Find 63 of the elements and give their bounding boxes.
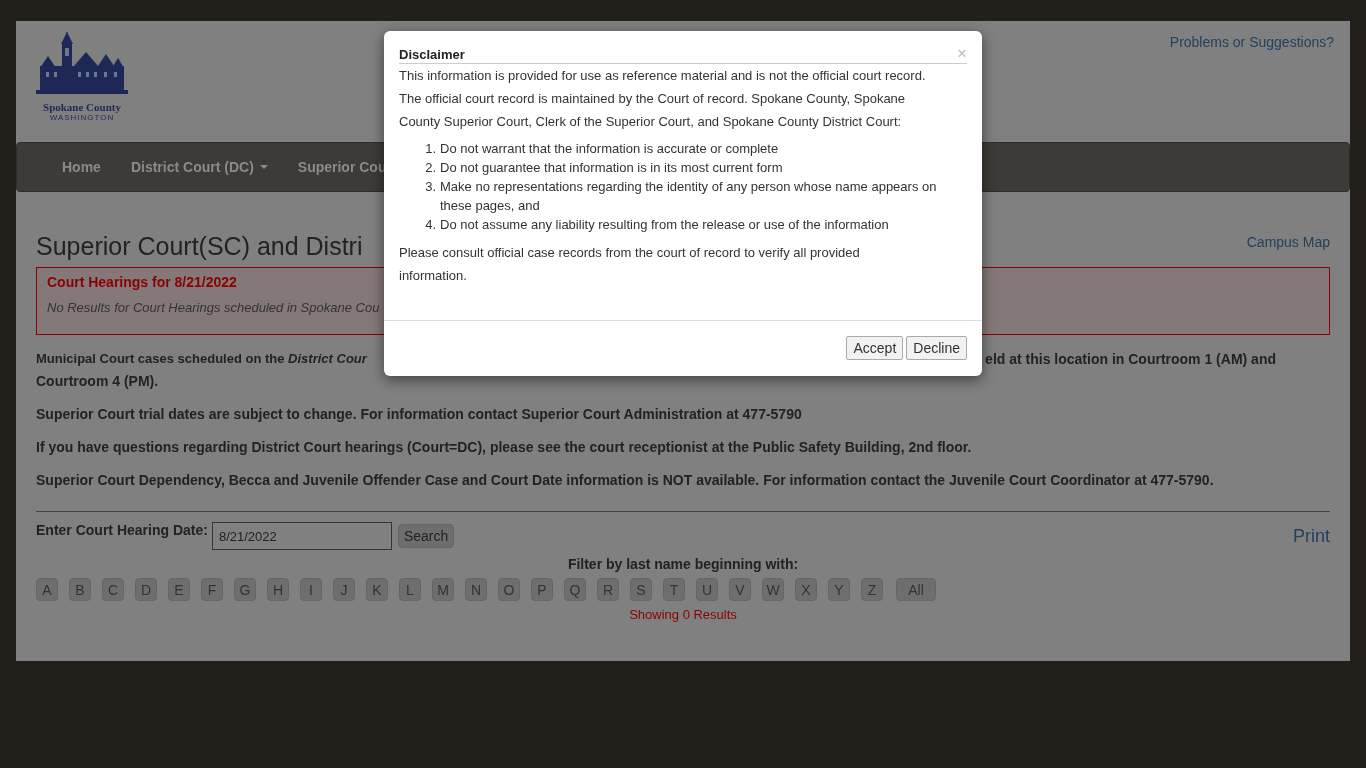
letter-filter-button[interactable]: H (267, 578, 289, 601)
nav-label: Home (62, 159, 101, 175)
print-link[interactable]: Print (1293, 525, 1330, 547)
letter-filter-button[interactable]: Y (828, 578, 850, 601)
dialog-title: Disclaimer (399, 46, 465, 62)
letter-filter-button[interactable]: N (465, 578, 487, 601)
disclaimer-item: Do not warrant that the information is accurate or complete (440, 140, 779, 158)
letter-filter-button[interactable]: M (432, 578, 454, 601)
letter-filter-button[interactable]: L (399, 578, 421, 601)
letter-filter-button[interactable]: S (630, 578, 652, 601)
letter-filter-button[interactable]: Q (564, 578, 586, 601)
letter-filter-button[interactable]: R (597, 578, 619, 601)
letter-filter-button[interactable]: A (36, 578, 58, 601)
nav-item[interactable]: Home (47, 159, 116, 175)
letter-filter-button[interactable]: K (366, 578, 388, 601)
list-number: 4. (424, 216, 436, 234)
notice-text: Municipal Court cases scheduled on the District Cour (36, 350, 367, 368)
alert-message: No Results for Court Hearings scheduled in Spokane Cou (47, 300, 380, 315)
dialog-button[interactable]: Accept (846, 336, 904, 360)
logo-subtitle: WASHINGTON (49, 113, 115, 122)
nav-label: District Court (DC) (130, 159, 254, 175)
list-number: 3. (424, 178, 436, 196)
notice-text: Courtroom 4 (PM). (36, 372, 160, 391)
notice-text: Superior Court Dependency, Becca and Juvenile Offender Case and Court Date information is NOT available. For information contact the Juvenile Court Coordinator at 477-5790. (36, 471, 1215, 490)
search-button[interactable]: Search (397, 524, 455, 548)
letter-filter-button[interactable]: J (333, 578, 355, 601)
letter-filter-button[interactable]: V (729, 578, 751, 601)
letter-filter-button[interactable]: All (896, 578, 936, 601)
letter-filter-button[interactable]: F (201, 578, 223, 601)
date-input-field[interactable]: 8/21/2022 (211, 522, 392, 550)
filter-label: Filter by last name beginning with: (566, 556, 800, 572)
disclaimer-text: This information is provided for use as reference material and is not the official court record. The official court record is maintained by the Court of record. Spokane County, Spokane County Superior Court, Clerk of the Superior Court, and Spokane County District Court: (399, 67, 927, 131)
letter-filter-button[interactable]: P (531, 578, 553, 601)
logo-name: Spokane County (43, 101, 121, 113)
date-label: Enter Court Hearing Date: (36, 522, 208, 538)
disclaimer-item: Do not assume any liability resulting from the release or use of the information (440, 216, 889, 234)
notice-text: Superior Court trial dates are subject to change. For information contact Superior Court Administration at 477-5790 (36, 405, 803, 424)
notice-text: If you have questions regarding District Court hearings (Court=DC), please see the court receptionist at the Public Safety Building, 2nd floor. (36, 438, 973, 457)
campus-map-link[interactable]: Campus Map (1246, 234, 1330, 250)
letter-filter-button[interactable]: W (762, 578, 784, 601)
dialog-button[interactable]: Decline (906, 336, 967, 360)
letter-filter-button[interactable]: T (663, 578, 685, 601)
letter-filter-button[interactable]: U (696, 578, 718, 601)
results-count: Showing 0 Results (628, 607, 738, 622)
list-number: 2. (424, 159, 436, 177)
problems-link[interactable]: Problems or Suggestions? (1169, 34, 1334, 142)
letter-filter-button[interactable]: C (102, 578, 124, 601)
alert-title: Court Hearings for 8/21/2022 (47, 274, 237, 290)
disclaimer-item: Do not guarantee that information is in its most current form (440, 159, 783, 177)
close-button[interactable]: × (957, 46, 967, 62)
notice-text: eld at this location in Courtroom 1 (AM) and (985, 350, 1276, 369)
letter-filter-button[interactable]: D (135, 578, 157, 601)
page-heading: Superior Court(SC) and Distri (36, 232, 363, 261)
letter-filter-button[interactable]: E (168, 578, 190, 601)
letter-filter-button[interactable]: B (69, 578, 91, 601)
letter-filter-button[interactable]: G (234, 578, 256, 601)
nav-item[interactable]: District Court (DC) (115, 159, 283, 175)
letter-filter-button[interactable]: X (795, 578, 817, 601)
letter-filter-button[interactable]: O (498, 578, 520, 601)
disclaimer-text: Please consult official case records from the court of record to verify all provided information. (399, 244, 861, 285)
disclaimer-item: Make no representations regarding the identity of any person whose name appears on these pages, and (440, 178, 938, 215)
letter-filter-button[interactable]: Z (861, 578, 883, 601)
list-number: 1. (424, 140, 436, 158)
